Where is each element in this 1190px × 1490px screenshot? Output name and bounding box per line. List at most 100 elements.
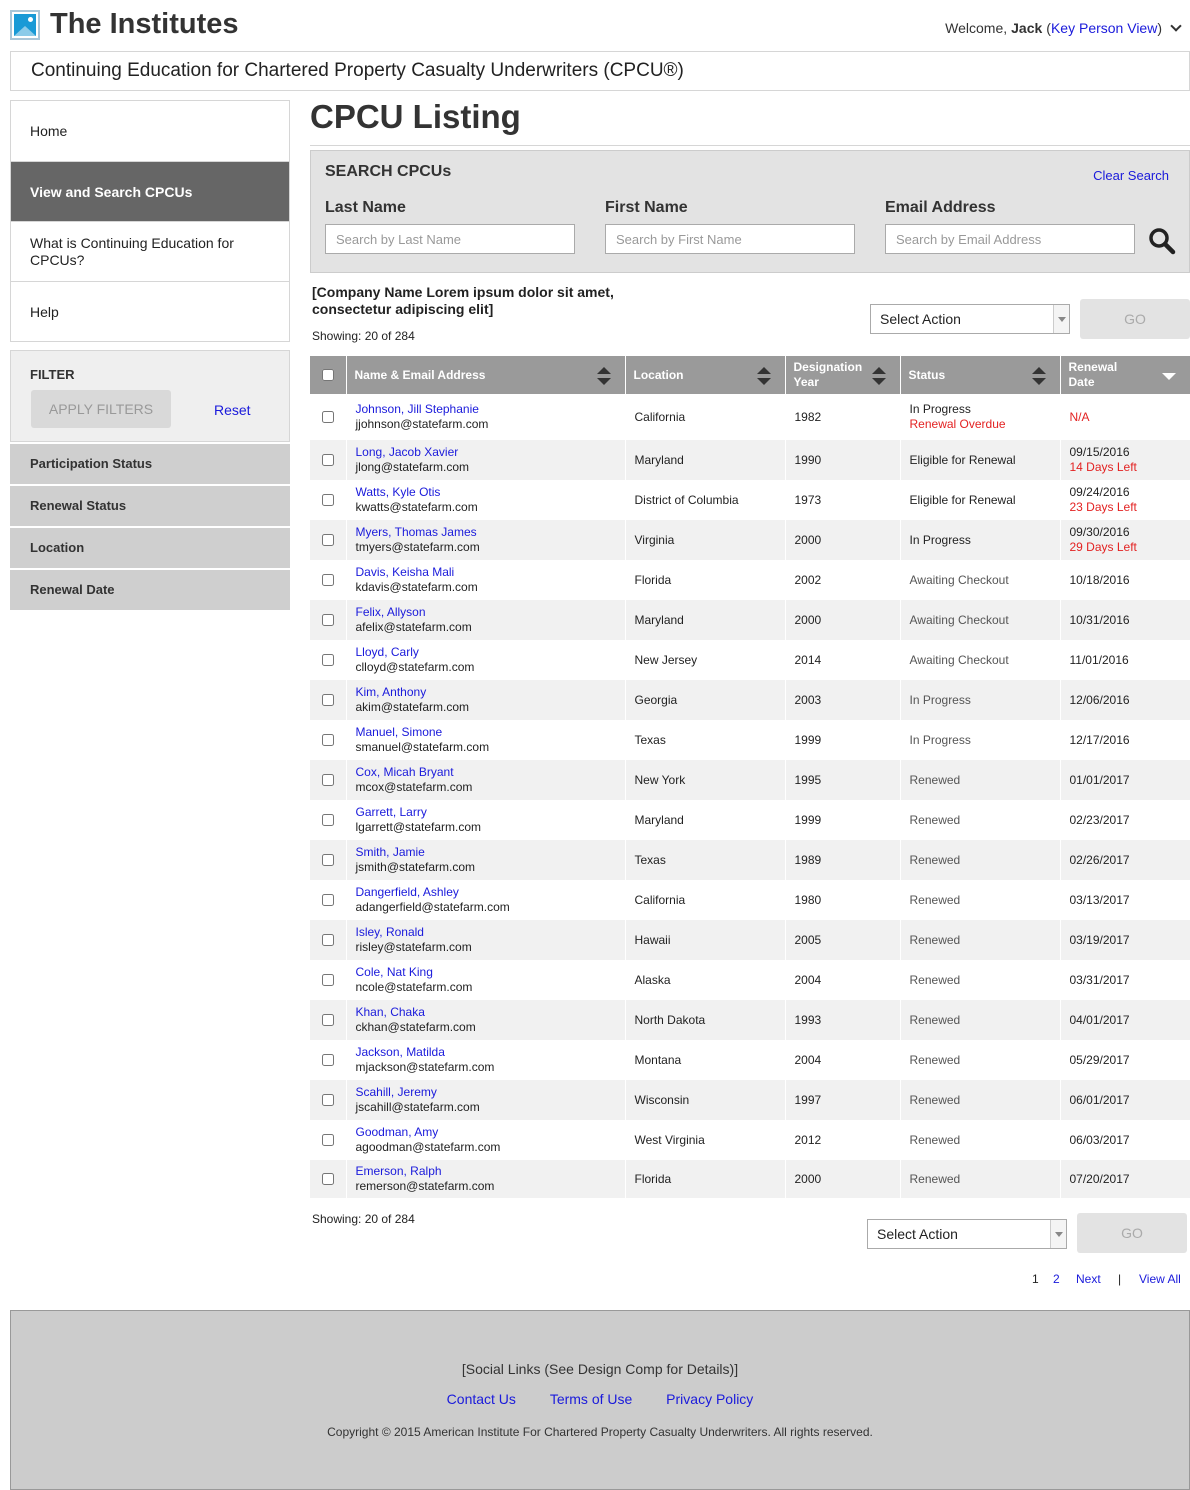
column-header-status[interactable]: Status xyxy=(900,356,1061,394)
row-checkbox[interactable] xyxy=(321,411,334,424)
row-checkbox[interactable] xyxy=(321,1094,334,1107)
sort-icon[interactable] xyxy=(871,367,886,385)
sort-icon[interactable] xyxy=(756,367,771,385)
person-name-link[interactable]: Myers, Thomas James xyxy=(356,525,616,540)
renewal-date: 01/01/2017 xyxy=(1069,772,1130,787)
person-name-link[interactable]: Scahill, Jeremy xyxy=(356,1085,616,1100)
view-all-link[interactable]: View All xyxy=(1139,1272,1181,1286)
sidebar-item-what-is-ce[interactable]: What is Continuing Education for CPCUs? xyxy=(11,221,289,281)
row-checkbox[interactable] xyxy=(321,574,334,587)
sidebar-item-home[interactable]: Home xyxy=(11,101,289,161)
column-label: Status xyxy=(908,367,946,382)
filter-section-renewal-status[interactable]: Renewal Status xyxy=(10,486,290,526)
email-input[interactable] xyxy=(885,224,1135,254)
row-checkbox[interactable] xyxy=(321,654,334,667)
sort-icon[interactable] xyxy=(1031,367,1046,385)
person-name-link[interactable]: Garrett, Larry xyxy=(356,805,616,820)
person-name-link[interactable]: Watts, Kyle Otis xyxy=(356,485,616,500)
status-text: Renewed xyxy=(909,892,961,907)
clear-search-link[interactable]: Clear Search xyxy=(1093,168,1169,183)
column-header-renewal-date[interactable]: Renewal Date xyxy=(1060,356,1190,394)
filter-section-location[interactable]: Location xyxy=(10,528,290,568)
designation-year-cell: 2003 xyxy=(785,680,901,720)
privacy-policy-link[interactable]: Privacy Policy xyxy=(666,1391,753,1407)
sort-desc-icon[interactable] xyxy=(1162,367,1176,385)
renewal-date-cell: 06/01/2017 xyxy=(1060,1080,1190,1120)
location-cell: California xyxy=(625,880,786,920)
row-checkbox[interactable] xyxy=(321,734,334,747)
row-checkbox[interactable] xyxy=(321,854,334,867)
row-checkbox[interactable] xyxy=(321,494,334,507)
sidebar-item-view-search[interactable]: View and Search CPCUs xyxy=(11,161,289,221)
renewal-date-cell: 03/13/2017 xyxy=(1060,880,1190,920)
sort-icon[interactable] xyxy=(596,367,611,385)
person-name-link[interactable]: Kim, Anthony xyxy=(356,685,616,700)
person-name-link[interactable]: Cox, Micah Bryant xyxy=(356,765,616,780)
row-checkbox[interactable] xyxy=(321,694,334,707)
person-name-link[interactable]: Isley, Ronald xyxy=(356,925,616,940)
go-button-top[interactable]: GO xyxy=(1080,299,1190,339)
column-label: Designation Year xyxy=(793,360,863,389)
row-checkbox[interactable] xyxy=(321,614,334,627)
sidebar-item-help[interactable]: Help xyxy=(11,281,289,341)
person-email: kdavis@statefarm.com xyxy=(355,580,478,594)
row-checkbox[interactable] xyxy=(321,974,334,987)
person-name-link[interactable]: Long, Jacob Xavier xyxy=(356,445,616,460)
row-checkbox[interactable] xyxy=(321,774,334,787)
table-row: Emerson, Ralph remerson@statefarm.com Flor… xyxy=(310,1160,1190,1198)
select-action-dropdown-bottom[interactable]: Select Action xyxy=(867,1219,1067,1249)
copyright-text: Copyright © 2015 American Institute For … xyxy=(327,1425,873,1439)
reset-filters-link[interactable]: Reset xyxy=(214,402,251,418)
logo-icon[interactable] xyxy=(10,10,40,40)
welcome-menu[interactable]: Welcome, Jack ( Key Person View ) xyxy=(945,20,1182,36)
select-all-checkbox[interactable] xyxy=(321,369,334,382)
person-name-link[interactable]: Jackson, Matilda xyxy=(356,1045,616,1060)
person-name-link[interactable]: Manuel, Simone xyxy=(356,725,616,740)
person-name-link[interactable]: Goodman, Amy xyxy=(356,1125,616,1140)
chevron-down-icon[interactable] xyxy=(1170,20,1182,32)
row-checkbox[interactable] xyxy=(321,814,334,827)
column-header-name[interactable]: Name & Email Address xyxy=(346,356,626,394)
apply-filters-button[interactable]: APPLY FILTERS xyxy=(31,390,171,428)
person-email: agoodman@statefarm.com xyxy=(355,1140,501,1154)
renewal-date: 07/20/2017 xyxy=(1069,1171,1130,1186)
person-name-link[interactable]: Johnson, Jill Stephanie xyxy=(356,402,616,417)
go-button-bottom[interactable]: GO xyxy=(1077,1213,1187,1253)
column-header-location[interactable]: Location xyxy=(625,356,786,394)
person-name-link[interactable]: Emerson, Ralph xyxy=(356,1164,616,1179)
column-header-designation-year[interactable]: Designation Year xyxy=(785,356,901,394)
person-name-link[interactable]: Khan, Chaka xyxy=(356,1005,616,1020)
row-checkbox[interactable] xyxy=(321,534,334,547)
person-email: clloyd@statefarm.com xyxy=(355,660,475,674)
renewal-date-cell: 07/20/2017 xyxy=(1060,1160,1190,1198)
person-name-link[interactable]: Davis, Keisha Mali xyxy=(356,565,616,580)
search-button[interactable] xyxy=(1148,227,1178,257)
renewal-date: 09/30/2016 xyxy=(1069,525,1130,539)
row-checkbox[interactable] xyxy=(321,1014,334,1027)
next-page-link[interactable]: Next xyxy=(1076,1272,1101,1286)
first-name-input[interactable] xyxy=(605,224,855,254)
terms-of-use-link[interactable]: Terms of Use xyxy=(550,1391,632,1407)
row-checkbox[interactable] xyxy=(321,1054,334,1067)
page-link-2[interactable]: 2 xyxy=(1053,1272,1060,1286)
row-checkbox[interactable] xyxy=(321,1173,334,1186)
person-name-link[interactable]: Smith, Jamie xyxy=(356,845,616,860)
brand-title[interactable]: The Institutes xyxy=(50,8,239,41)
person-name-link[interactable]: Lloyd, Carly xyxy=(356,645,616,660)
person-name-link[interactable]: Felix, Allyson xyxy=(356,605,616,620)
name-email-cell: Lloyd, Carly clloyd@statefarm.com xyxy=(346,640,626,680)
person-name-link[interactable]: Cole, Nat King xyxy=(356,965,616,980)
person-name-link[interactable]: Dangerfield, Ashley xyxy=(356,885,616,900)
key-person-view-link[interactable]: Key Person View xyxy=(1051,20,1157,36)
row-checkbox[interactable] xyxy=(321,454,334,467)
designation-year-cell: 2000 xyxy=(785,600,901,640)
name-email-cell: Johnson, Jill Stephanie jjohnson@statefar… xyxy=(346,394,626,440)
row-checkbox[interactable] xyxy=(321,934,334,947)
select-action-dropdown-top[interactable]: Select Action xyxy=(870,304,1070,334)
row-checkbox[interactable] xyxy=(321,1134,334,1147)
contact-us-link[interactable]: Contact Us xyxy=(447,1391,516,1407)
row-checkbox[interactable] xyxy=(321,894,334,907)
filter-section-renewal-date[interactable]: Renewal Date xyxy=(10,570,290,610)
filter-section-participation-status[interactable]: Participation Status xyxy=(10,444,290,484)
last-name-input[interactable] xyxy=(325,224,575,254)
